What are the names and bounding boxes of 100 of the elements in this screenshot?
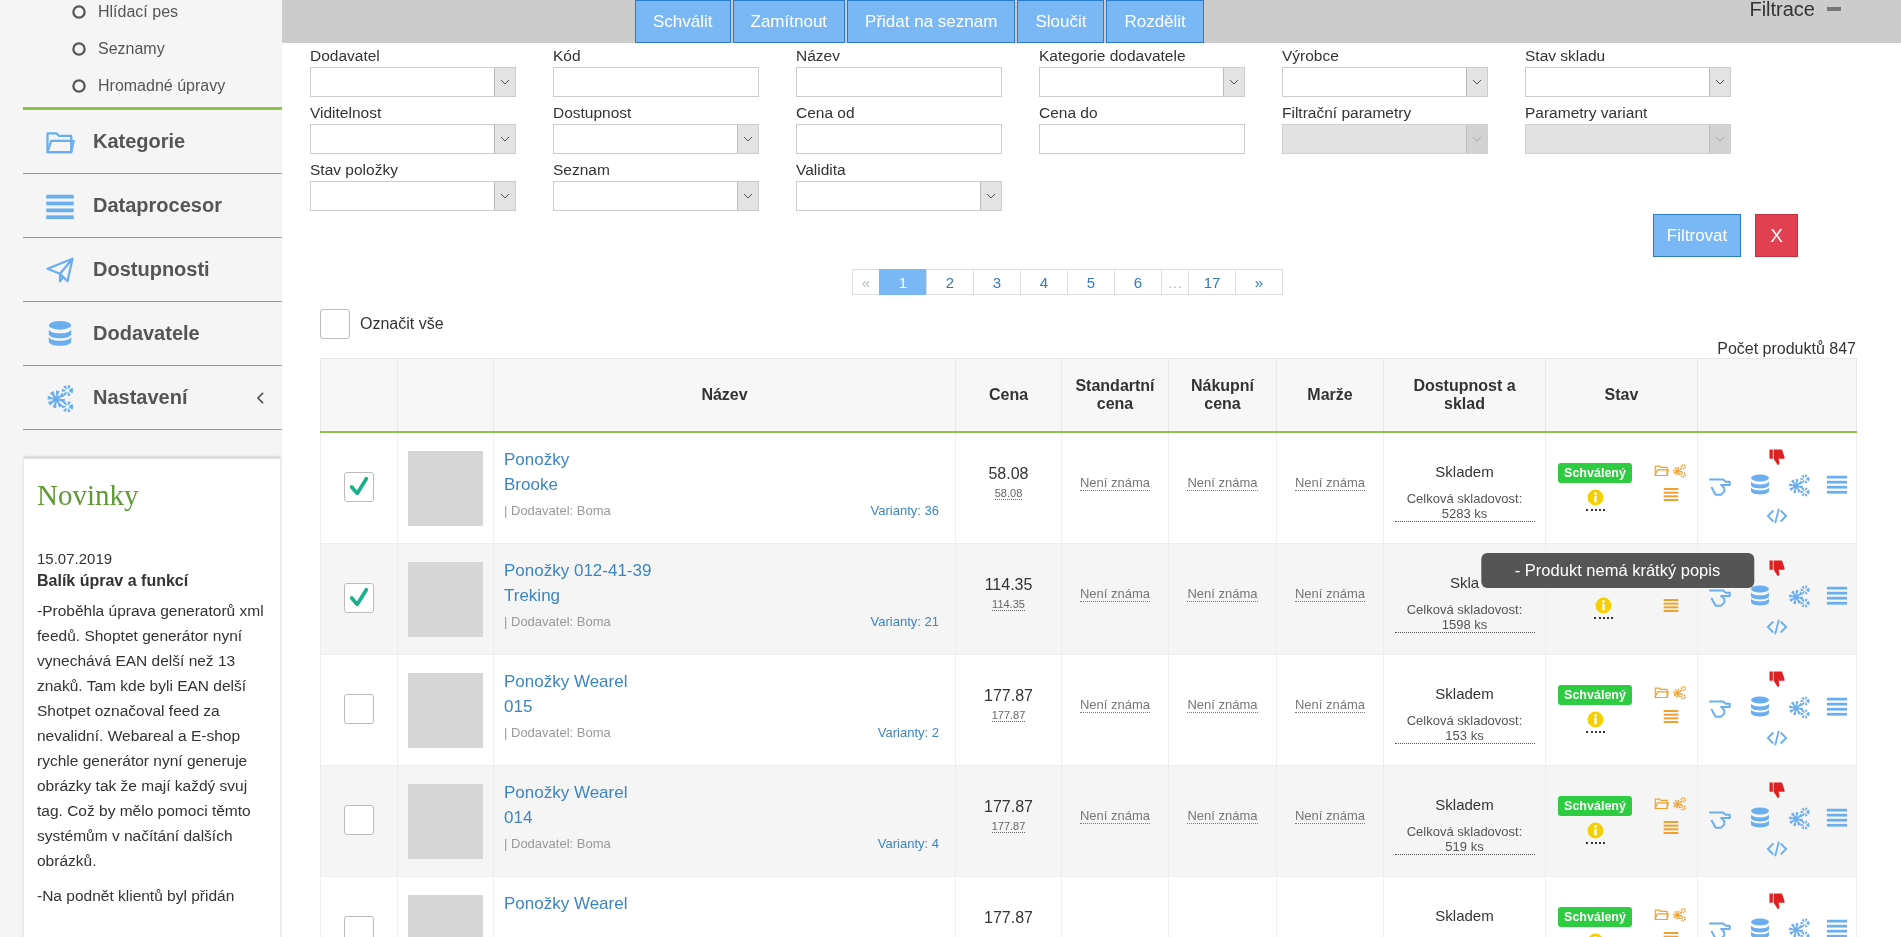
column-header: Cena — [955, 358, 1062, 432]
margin-value: Není známa — [1294, 808, 1366, 824]
filter-label: Stav skladu — [1525, 46, 1607, 66]
checkbox[interactable] — [344, 805, 374, 835]
select-field[interactable] — [553, 181, 759, 211]
status-badge: Schválený — [1558, 796, 1632, 816]
menu-icon — [1825, 806, 1848, 828]
menu-item[interactable]: Dataprocesor — [93, 194, 264, 217]
filter-label: Cena od — [796, 103, 856, 123]
stock-text: Celková skladovost: 1598 ks — [1394, 602, 1535, 633]
filter-label: Seznam — [553, 160, 611, 180]
submenu-item[interactable]: Hlídací pes — [98, 2, 179, 21]
folder-icon — [1654, 463, 1669, 478]
check-icon — [348, 476, 370, 498]
select-field[interactable] — [1525, 67, 1731, 97]
filter-label: Název — [796, 46, 841, 66]
checkbox[interactable] — [344, 916, 374, 937]
standard-price: Není známa — [1079, 808, 1151, 824]
menu-item[interactable]: Dostupnosti — [93, 258, 264, 281]
info-icon — [1585, 821, 1605, 840]
select-field[interactable] — [1039, 67, 1245, 97]
page-link[interactable]: 2 — [926, 269, 974, 295]
menu-icon — [1662, 708, 1679, 724]
page-link[interactable]: 17 — [1188, 269, 1236, 295]
filter-label: Cena do — [1039, 103, 1099, 123]
select-field[interactable] — [553, 124, 759, 154]
submenu-item[interactable]: Seznamy — [98, 39, 165, 58]
standard-price: Není známa — [1079, 586, 1151, 602]
input-field[interactable] — [553, 67, 759, 97]
clear-button[interactable]: X — [1755, 214, 1798, 257]
filter-title: Filtrace — [1749, 0, 1815, 21]
menu-icon — [1662, 819, 1679, 835]
price-text: 58.08 — [988, 465, 1029, 483]
checkbox[interactable] — [344, 472, 374, 502]
product-link[interactable]: Ponožky Wearel 015 — [504, 669, 628, 719]
page-link[interactable]: 5 — [1067, 269, 1115, 295]
select-field[interactable] — [310, 181, 516, 211]
info-icon — [1594, 596, 1613, 615]
tooltip: - Produkt nemá krátký popis — [1480, 553, 1755, 588]
gears-icon — [1786, 806, 1811, 830]
menu-item[interactable]: Kategorie — [93, 130, 264, 153]
gears-icon — [1672, 796, 1687, 811]
filter-label: Filtrační parametry — [1282, 103, 1413, 123]
page-link[interactable]: 6 — [1114, 269, 1162, 295]
page-link[interactable]: 4 — [1020, 269, 1068, 295]
page-link[interactable]: » — [1235, 269, 1283, 295]
page-link: … — [1161, 269, 1189, 295]
menu-icon — [1662, 597, 1679, 613]
input-field[interactable] — [796, 67, 1002, 97]
product-count: Počet produktů 847 — [1717, 339, 1856, 358]
menu-item[interactable]: Nastavení — [93, 386, 257, 409]
folder-icon — [1654, 907, 1669, 922]
select-field[interactable] — [796, 181, 1002, 211]
availability-text: Skladem — [1435, 463, 1494, 480]
purchase-price: Není známa — [1187, 697, 1258, 713]
input-field[interactable] — [1039, 124, 1245, 154]
gears-icon — [1672, 907, 1687, 922]
stock-text: Celková skladovost: 5283 ks — [1394, 491, 1535, 522]
select-field[interactable] — [310, 67, 516, 97]
product-link[interactable]: Ponožky Wearel — [504, 891, 628, 916]
price-text: 114.35 — [984, 576, 1033, 594]
menu-item[interactable]: Dodavatele — [93, 322, 264, 345]
collapse-icon[interactable] — [1827, 7, 1841, 11]
filter-label: Stav položky — [310, 160, 399, 180]
page-link[interactable]: 3 — [973, 269, 1021, 295]
column-header: Stav — [1545, 358, 1698, 432]
menu-icon — [1825, 584, 1848, 606]
price-text: 177.87 — [984, 798, 1033, 816]
product-link[interactable]: Ponožky 012-41-39 Treking — [504, 558, 652, 608]
menu-icon — [1825, 917, 1848, 937]
column-header: Název — [493, 358, 956, 432]
purchase-price: Není známa — [1187, 808, 1258, 824]
stock-text: Celková skladovost: 519 ks — [1394, 824, 1535, 855]
column-header: Marže — [1276, 358, 1384, 432]
circle-icon — [70, 2, 88, 21]
checkbox[interactable] — [320, 309, 350, 339]
select-field[interactable] — [310, 124, 516, 154]
folder-icon — [1654, 796, 1669, 811]
thumbs-down-icon — [1767, 669, 1787, 689]
news-text: -Na podnět klientů byl přidán — [37, 886, 236, 906]
filter-label: Viditelnost — [310, 103, 383, 123]
checkbox[interactable] — [344, 694, 374, 724]
filter-label: Validita — [796, 160, 847, 180]
folder-icon — [1654, 685, 1669, 700]
column-header: Dostupnost a sklad — [1383, 358, 1546, 432]
checkbox[interactable] — [344, 583, 374, 613]
standard-price: Není známa — [1079, 475, 1151, 491]
info-icon — [1585, 710, 1605, 729]
status-badge: Schválený — [1558, 907, 1632, 927]
product-link[interactable]: Ponožky Brooke — [504, 447, 570, 497]
select-field[interactable] — [1282, 67, 1488, 97]
menu-icon — [1662, 486, 1679, 502]
filter-label: Parametry variant — [1525, 103, 1649, 123]
input-field[interactable] — [796, 124, 1002, 154]
price-subtext: 177.87 — [991, 709, 1026, 722]
product-link[interactable]: Ponožky Wearel 014 — [504, 780, 628, 830]
column-header: Standartní cena — [1061, 358, 1169, 432]
margin-value: Není známa — [1294, 697, 1366, 713]
thumbs-down-icon — [1767, 780, 1787, 800]
submenu-item[interactable]: Hromadné úpravy — [98, 76, 226, 95]
